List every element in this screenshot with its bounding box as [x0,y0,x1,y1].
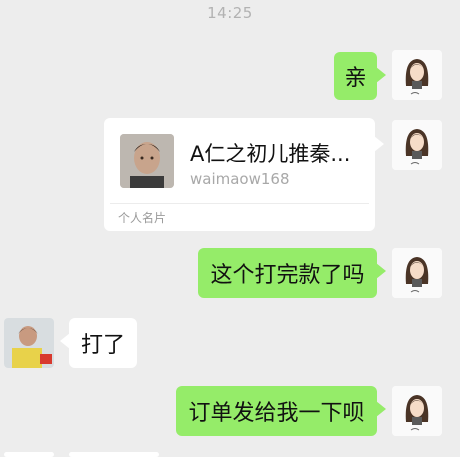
message-timestamp: 14:25 [207,4,253,22]
self-avatar[interactable] [392,50,442,100]
message-text: 这个打完款了吗 [210,263,365,288]
outgoing-message-bubble[interactable]: 订单发给我一下呗 [176,386,386,436]
self-avatar[interactable] [392,386,442,436]
message-text: 亲 [344,66,367,91]
contact-avatar-partial [4,452,54,457]
cartoon-girl-avatar-icon [392,386,442,436]
incoming-message-bubble[interactable]: 打了 [60,318,137,368]
outgoing-message-bubble[interactable]: 亲 [334,52,386,100]
message-text: 打了 [80,333,125,358]
self-avatar[interactable] [392,248,442,298]
card-footer-label: 个人名片 [118,211,167,225]
contact-card[interactable]: A仁之初儿推秦... waimaow168 个人名片 [104,118,384,231]
incoming-message-bubble-partial [69,452,159,457]
self-avatar[interactable] [392,120,442,170]
contact-avatar[interactable] [4,318,54,368]
message-text: 订单发给我一下呗 [188,401,365,426]
card-contact-id: waimaow168 [190,170,290,188]
man-portrait-icon [120,134,174,188]
outgoing-message-bubble[interactable]: 这个打完款了吗 [198,248,386,298]
card-divider [110,203,369,204]
person-photo-avatar-icon [4,318,54,368]
cartoon-girl-avatar-icon [392,248,442,298]
cartoon-girl-avatar-icon [392,50,442,100]
card-photo [120,134,174,188]
cartoon-girl-avatar-icon [392,120,442,170]
card-contact-name: A仁之初儿推秦... [190,142,351,166]
